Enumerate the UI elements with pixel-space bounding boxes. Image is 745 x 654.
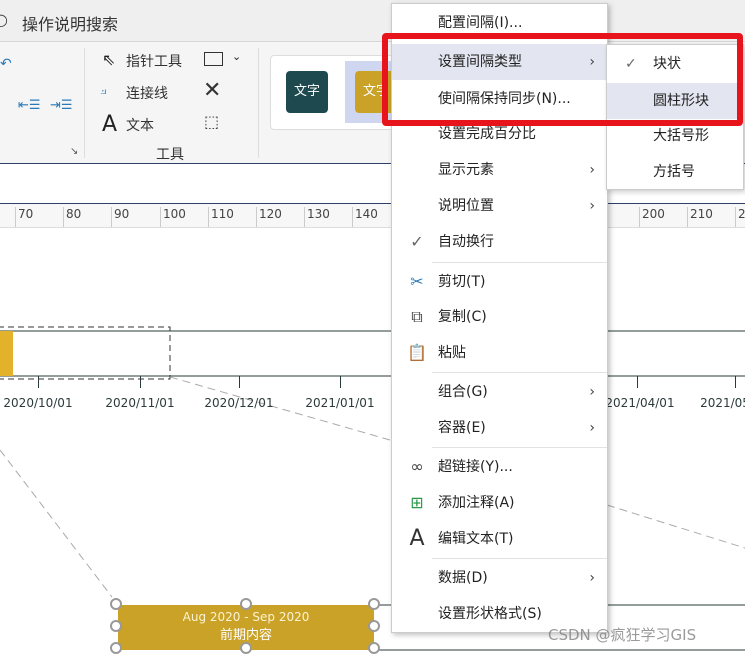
chevron-right-icon: › — [589, 198, 595, 214]
scissors-icon: ✂ — [410, 272, 424, 291]
text-icon: A — [409, 526, 425, 551]
paste-icon: 📋 — [407, 343, 427, 362]
callout-line — [606, 504, 745, 549]
tick — [735, 376, 736, 388]
menu-label: 配置间隔(I)... — [438, 15, 523, 31]
menu-label: 说明位置 — [438, 198, 494, 214]
resize-handle[interactable] — [368, 620, 380, 632]
menu-label: 组合(G) — [438, 384, 488, 400]
menu-item-container[interactable]: 容器(E) › — [392, 410, 607, 446]
menu-label: 容器(E) — [438, 420, 486, 436]
copy-icon: ⧉ — [411, 307, 423, 326]
submenu-label: 大括号形 — [653, 128, 709, 144]
interval-range: Aug 2020 - Sep 2020 — [182, 610, 310, 624]
tick — [38, 376, 39, 388]
date-label: 2020/12/01 — [204, 396, 274, 410]
date-label: 2020/10/01 — [3, 396, 73, 410]
resize-handle[interactable] — [368, 598, 380, 610]
menu-item-copy[interactable]: ⧉ 复制(C) — [392, 299, 607, 335]
submenu-label: 方括号 — [653, 164, 695, 180]
menu-separator — [432, 372, 607, 373]
menu-item-add-comment[interactable]: ⊞ 添加注释(A) — [392, 485, 607, 521]
tick — [239, 376, 240, 388]
menu-item-cut[interactable]: ✂ 剪切(T) — [392, 264, 607, 300]
resize-handle[interactable] — [240, 642, 252, 654]
tick — [140, 376, 141, 388]
resize-handle[interactable] — [110, 620, 122, 632]
menu-label: 自动换行 — [438, 234, 494, 250]
resize-handle[interactable] — [110, 598, 122, 610]
menu-item-data[interactable]: 数据(D) › — [392, 560, 607, 596]
menu-label: 编辑文本(T) — [438, 531, 514, 547]
checkmark-icon: ✓ — [410, 232, 424, 251]
chevron-right-icon: › — [589, 420, 595, 436]
date-label: 2021/01/01 — [305, 396, 375, 410]
menu-separator — [432, 447, 607, 448]
menu-item-group[interactable]: 组合(G) › — [392, 374, 607, 410]
menu-label: 设置完成百分比 — [438, 126, 536, 142]
menu-item-edit-text[interactable]: A 编辑文本(T) — [392, 521, 607, 557]
watermark: CSDN @疯狂学习GIS — [548, 626, 697, 644]
link-icon: ∞ — [410, 457, 424, 476]
comment-icon: ⊞ — [410, 493, 424, 512]
selection-box — [0, 326, 171, 380]
menu-item-show-elements[interactable]: 显示元素 › — [392, 152, 607, 188]
menu-label: 剪切(T) — [438, 274, 486, 290]
menu-label: 添加注释(A) — [438, 495, 515, 511]
menu-label: 复制(C) — [438, 309, 487, 325]
chevron-right-icon: › — [589, 570, 595, 586]
menu-label: 粘贴 — [438, 345, 466, 361]
chevron-right-icon: › — [589, 162, 595, 178]
menu-label: 设置形状格式(S) — [438, 606, 542, 622]
tick — [637, 376, 638, 388]
tick — [340, 376, 341, 388]
chevron-right-icon: › — [589, 384, 595, 400]
menu-label: 数据(D) — [438, 570, 488, 586]
resize-handle[interactable] — [110, 642, 122, 654]
menu-separator — [432, 558, 607, 559]
menu-label: 超链接(Y)... — [438, 459, 513, 475]
date-label: 2021/04/01 — [605, 396, 675, 410]
menu-item-paste[interactable]: 📋 粘贴 — [392, 335, 607, 371]
resize-handle[interactable] — [240, 598, 252, 610]
resize-handle[interactable] — [368, 642, 380, 654]
menu-item-description-position[interactable]: 说明位置 › — [392, 188, 607, 224]
interval-label: 前期内容 — [219, 628, 272, 643]
date-label: 2020/11/01 — [105, 396, 175, 410]
menu-item-word-wrap[interactable]: ✓ 自动换行 — [392, 224, 607, 260]
menu-label: 显示元素 — [438, 162, 494, 178]
submenu-item-bracket[interactable]: 方括号 — [607, 154, 743, 190]
timeline-interval — [0, 331, 13, 376]
date-label: 2021/05 — [700, 396, 745, 410]
menu-item-hyperlink[interactable]: ∞ 超链接(Y)... — [392, 449, 607, 485]
menu-separator — [432, 262, 607, 263]
highlight-annotation-box — [382, 33, 743, 126]
callout-line — [0, 449, 113, 598]
